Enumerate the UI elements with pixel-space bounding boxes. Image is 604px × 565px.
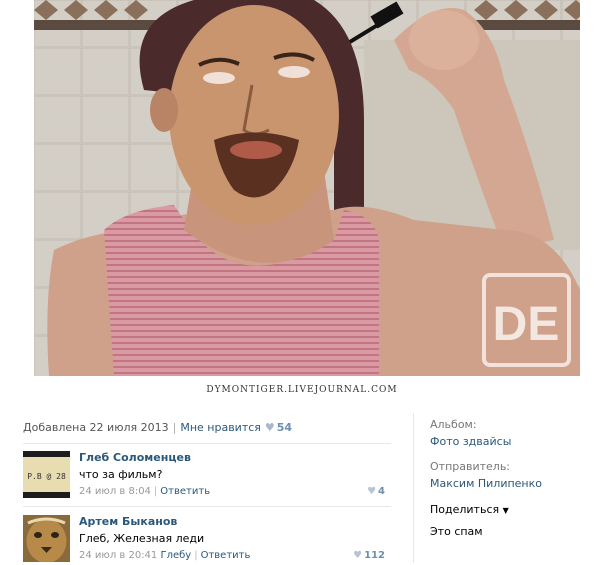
album-label: Альбом:	[430, 418, 477, 431]
like-button[interactable]: Мне нравится	[180, 421, 261, 434]
album-info: Альбом: Фото здвайсы	[430, 418, 511, 448]
reply-button[interactable]: Ответить	[160, 486, 210, 497]
comment-author[interactable]: Артем Быканов	[79, 515, 177, 528]
comment-like[interactable]: ♥ 112	[353, 550, 385, 561]
watermark-caption: DYMONTIGER.LIVEJOURNAL.COM	[206, 385, 398, 395]
comment-like-count: 112	[364, 550, 385, 561]
sender-label: Отправитель:	[430, 460, 511, 473]
comment-like-count: 4	[378, 486, 385, 497]
sender-info: Отправитель: Максим Пилипенко	[430, 460, 542, 490]
comment-footer: 24 июл в 8:04 | Ответить	[79, 486, 210, 497]
comment-text: Глеб, Железная леди	[79, 532, 205, 545]
comment-text: что за фильм?	[79, 468, 163, 481]
photo-illustration: DE	[34, 0, 580, 376]
share-label: Поделиться	[430, 503, 500, 516]
avatar[interactable]	[23, 515, 70, 562]
spam-button[interactable]: Это спам	[430, 525, 483, 538]
comment-time[interactable]: 24 июл в 20:41	[79, 550, 157, 561]
divider	[23, 443, 391, 444]
comment-item: P.B @ 28 Глеб Соломенцев что за фильм? 2…	[23, 451, 391, 501]
reply-button[interactable]: Ответить	[201, 550, 251, 561]
meta-separator: |	[172, 421, 177, 434]
comment-footer: 24 июл в 20:41 Глебу | Ответить	[79, 550, 250, 561]
sender-link[interactable]: Максим Пилипенко	[430, 477, 542, 490]
logo-watermark: DE	[493, 298, 560, 351]
heart-icon: ♥	[353, 550, 363, 561]
sidebar-divider	[413, 413, 414, 563]
post-photo[interactable]: DE	[34, 0, 580, 376]
comment-item: Артем Быканов Глеб, Железная леди 24 июл…	[23, 515, 391, 565]
heart-icon: ♥	[367, 486, 377, 497]
chevron-down-icon: ▼	[502, 506, 509, 515]
post-meta: Добавлена 22 июля 2013 | Мне нравится ♥ 54	[23, 421, 292, 434]
comment-time[interactable]: 24 июл в 8:04	[79, 486, 151, 497]
divider	[23, 506, 391, 507]
like-count: 54	[276, 421, 293, 434]
footer-separator: |	[194, 550, 198, 561]
avatar-text: P.B @ 28	[27, 472, 66, 481]
comment-author[interactable]: Глеб Соломенцев	[79, 451, 191, 464]
avatar[interactable]: P.B @ 28	[23, 451, 70, 498]
added-date: Добавлена 22 июля 2013	[23, 421, 169, 434]
reply-to-link[interactable]: Глебу	[160, 550, 191, 561]
footer-separator: |	[153, 486, 158, 497]
heart-icon[interactable]: ♥	[265, 421, 275, 434]
album-link[interactable]: Фото здвайсы	[430, 435, 511, 448]
comment-like[interactable]: ♥ 4	[367, 486, 385, 497]
share-button[interactable]: Поделиться ▼	[430, 503, 509, 516]
